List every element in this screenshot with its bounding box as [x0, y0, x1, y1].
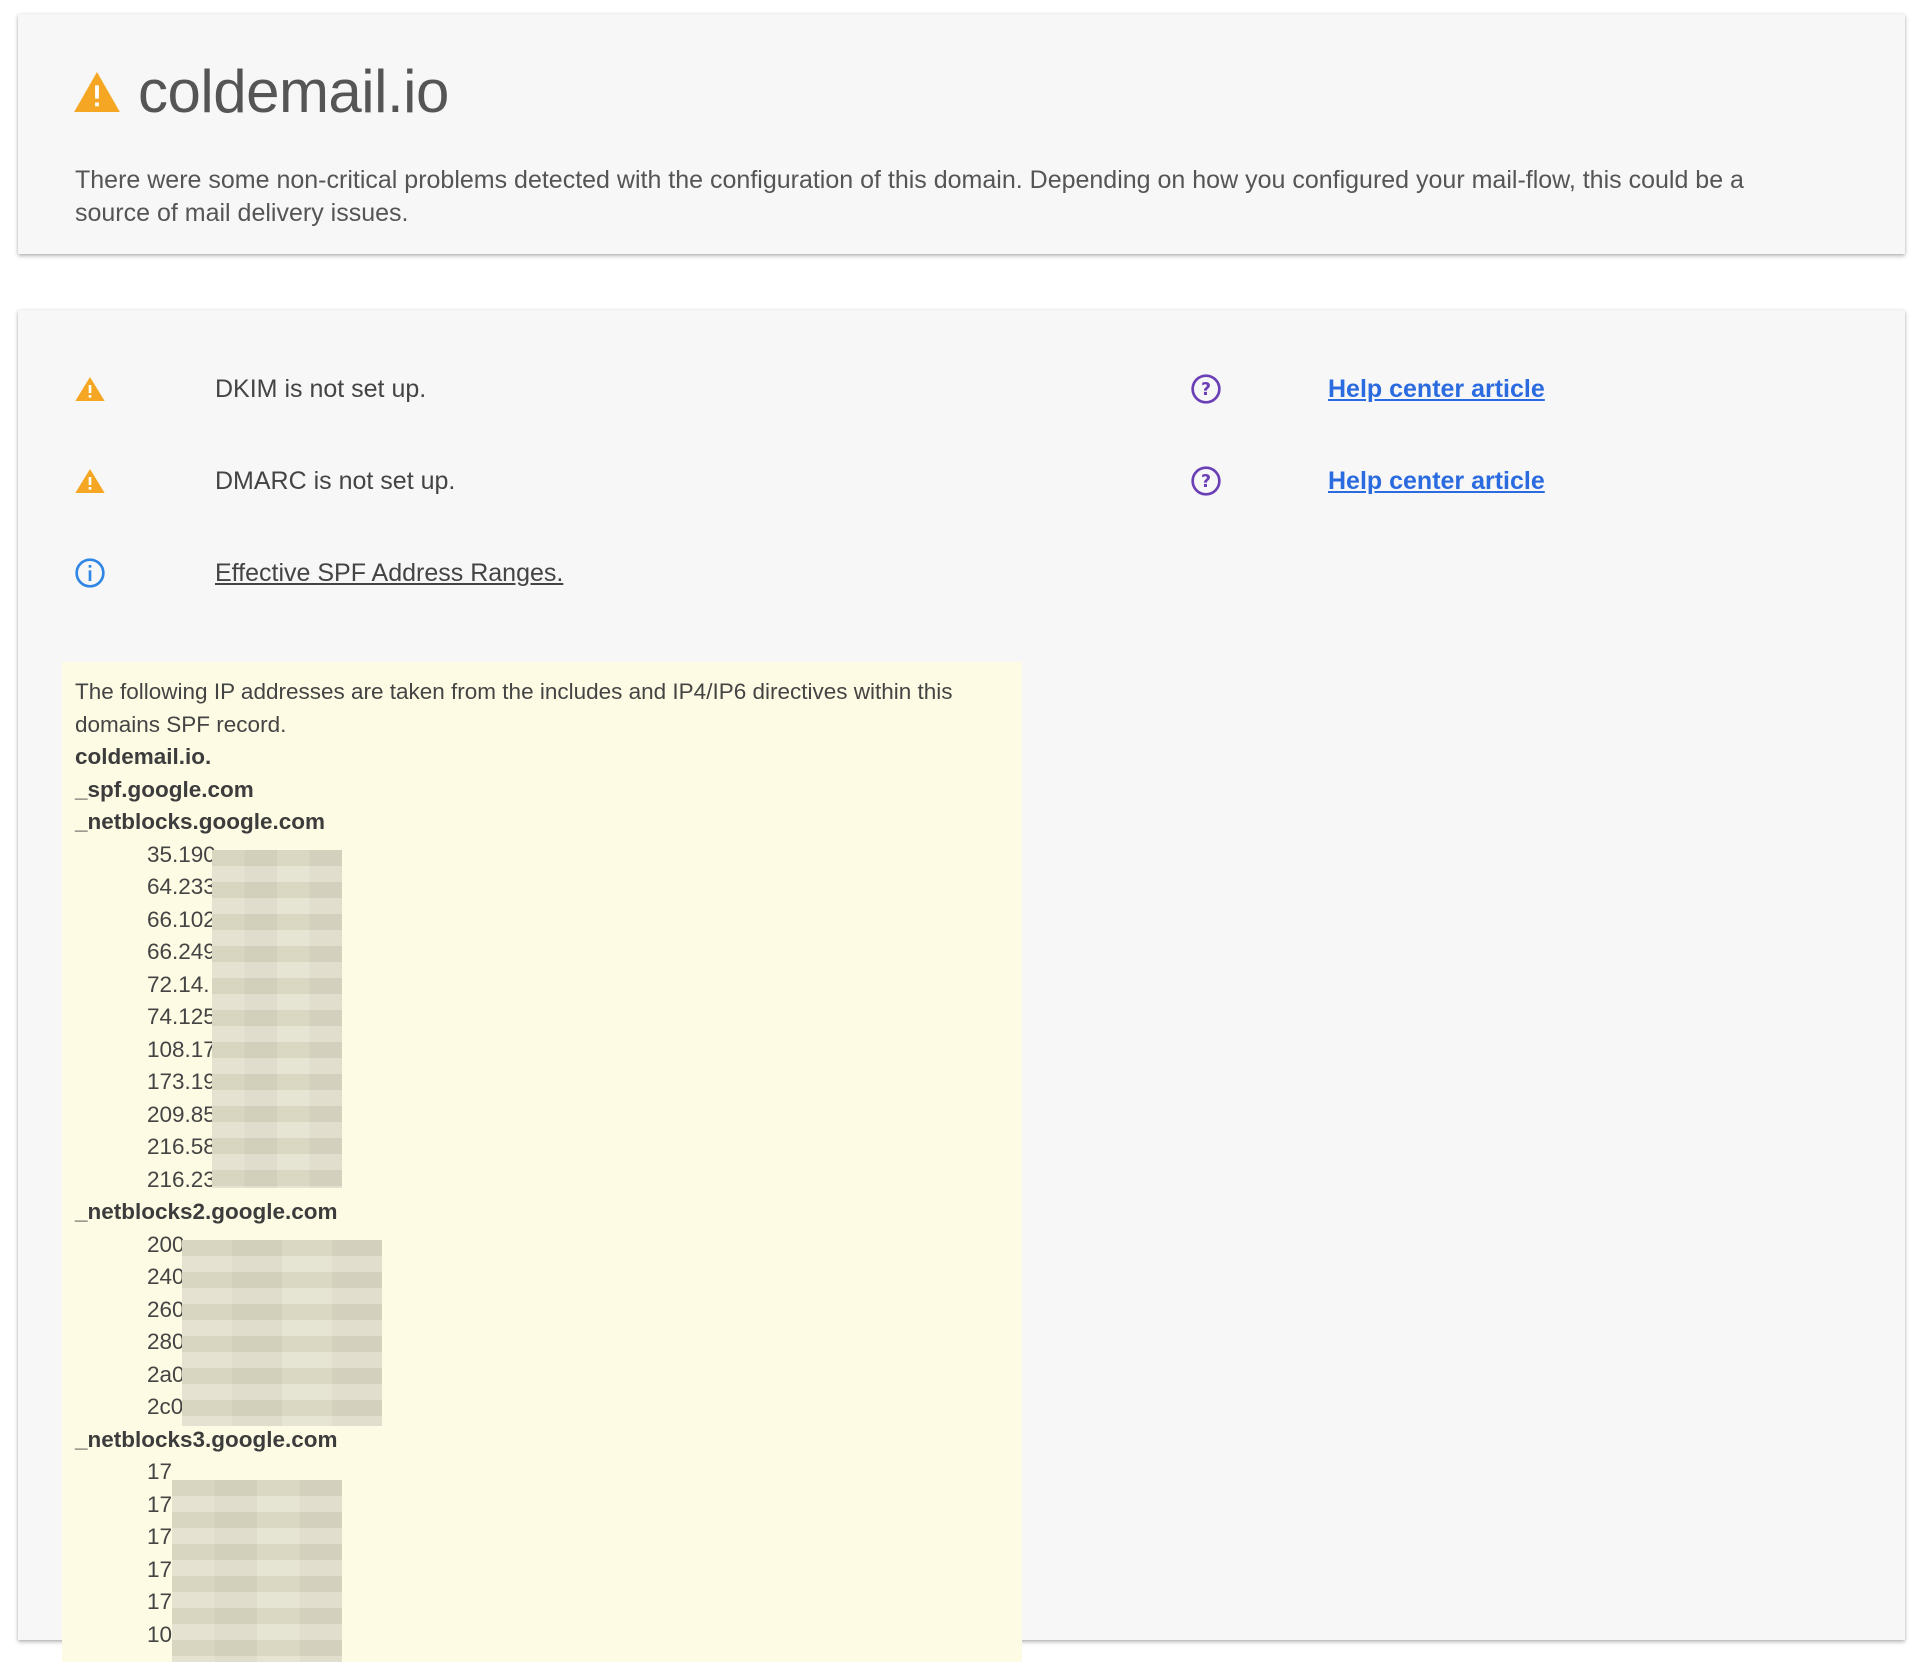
info-icon [75, 558, 105, 588]
warning-icon [74, 72, 120, 112]
help-circle-icon[interactable]: ? [1190, 465, 1222, 497]
spf-intro-text: The following IP addresses are taken fro… [75, 679, 953, 737]
redaction-mask [212, 850, 342, 1188]
domain-details-card: DKIM is not set up. ? Help center articl… [18, 310, 1905, 1662]
issue-text-dmarc: DMARC is not set up. [215, 467, 456, 495]
spf-ranges-toggle-link[interactable]: Effective SPF Address Ranges. [215, 559, 563, 588]
domain-title-row: coldemail.io [74, 62, 449, 122]
spf-hostname: _spf.google.com [75, 776, 254, 802]
redaction-mask [182, 1240, 382, 1426]
svg-text:?: ? [1201, 380, 1211, 400]
warning-icon [75, 469, 105, 493]
domain-title: coldemail.io [138, 58, 449, 125]
spf-hostname: _netblocks3.google.com [75, 1426, 338, 1452]
spf-hostname: _netblocks2.google.com [75, 1199, 338, 1224]
summary-message: There were some non-critical problems de… [75, 166, 1744, 227]
help-center-link-dkim[interactable]: Help center article [1328, 375, 1545, 404]
help-circle-icon[interactable]: ? [1190, 373, 1222, 405]
issue-row-dmarc: DMARC is not set up. ? Help center artic… [18, 461, 1905, 501]
issue-text-dkim: DKIM is not set up. [215, 375, 427, 403]
spf-address-ranges-panel: The following IP addresses are taken fro… [62, 662, 1022, 1662]
issue-row-dkim: DKIM is not set up. ? Help center articl… [18, 369, 1905, 409]
domain-summary-card: coldemail.io There were some non-critica… [18, 14, 1905, 254]
warning-icon [75, 377, 105, 401]
redaction-mask [172, 1480, 342, 1662]
help-center-link-dmarc[interactable]: Help center article [1328, 467, 1545, 496]
spf-hostname: _netblocks.google.com [75, 809, 326, 834]
svg-text:?: ? [1201, 472, 1211, 492]
spf-hostname: coldemail.io. [75, 744, 212, 769]
issue-row-spf: Effective SPF Address Ranges. [18, 553, 1905, 593]
